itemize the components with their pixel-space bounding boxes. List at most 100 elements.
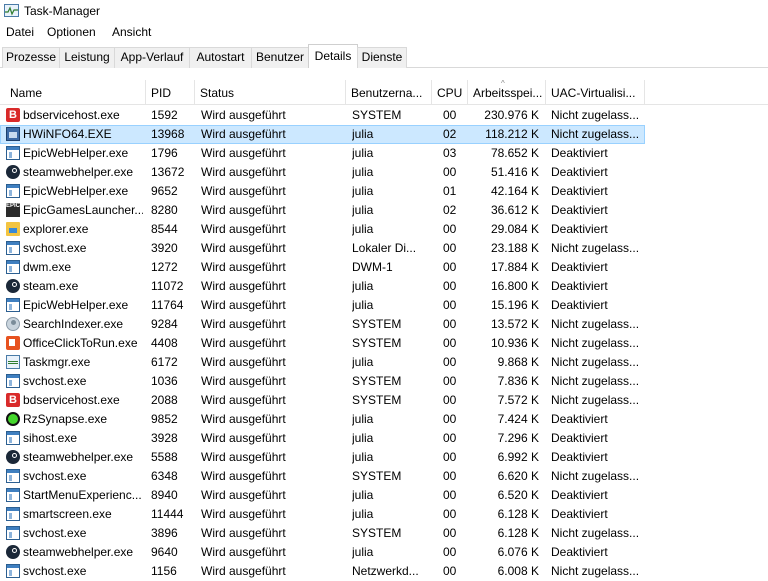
user-cell: DWM-1 (352, 260, 393, 274)
tab-leistung[interactable]: Leistung (59, 47, 115, 68)
table-row[interactable]: svchost.exe 6348 Wird ausgeführt SYSTEM 00 6.… (0, 467, 645, 486)
table-row[interactable]: dwm.exe 1272 Wird ausgeführt DWM-1 00 17.884 … (0, 258, 645, 277)
process-name-cell: dwm.exe (23, 260, 72, 274)
cpu-cell: 00 (443, 564, 457, 578)
uac-cell: Deaktiviert (551, 431, 608, 445)
user-cell: julia (352, 279, 374, 293)
process-name-cell: smartscreen.exe (23, 507, 112, 521)
memory-cell: 29.084 K (490, 222, 539, 236)
table-row[interactable]: steam.exe 11072 Wird ausgeführt julia 00 16.8… (0, 277, 645, 296)
table-row[interactable]: svchost.exe 1036 Wird ausgeführt SYSTEM 00 7.… (0, 372, 645, 391)
column-header-cpu[interactable]: CPU (432, 80, 468, 104)
table-row[interactable]: HWiNFO64.EXE 13968 Wird ausgeführt julia 02 1… (0, 125, 645, 144)
pid-cell: 8544 (151, 222, 178, 236)
table-row[interactable]: explorer.exe 8544 Wird ausgeführt julia 00 29… (0, 220, 645, 239)
column-header-pid[interactable]: PID (146, 80, 195, 104)
user-cell: julia (352, 355, 374, 369)
pid-cell: 1156 (151, 564, 177, 578)
menu-ansicht[interactable]: Ansicht (112, 25, 151, 39)
status-cell: Wird ausgeführt (201, 545, 286, 559)
process-name-cell: StartMenuExperienc... (23, 488, 142, 502)
memory-cell: 6.128 K (497, 507, 539, 521)
cpu-cell: 03 (443, 146, 457, 160)
uac-cell: Deaktiviert (551, 545, 608, 559)
pid-cell: 13968 (151, 127, 185, 141)
status-cell: Wird ausgeführt (201, 203, 286, 217)
cpu-cell: 00 (443, 412, 457, 426)
table-row[interactable]: SearchIndexer.exe 9284 Wird ausgeführt SYST… (0, 315, 645, 334)
status-cell: Wird ausgeführt (201, 241, 286, 255)
table-row[interactable]: EPIC EpicGamesLauncher.... 8280 Wird ausgef… (0, 201, 645, 220)
table-row[interactable]: Bbdservicehost.exe 1592 Wird ausgeführt SYS… (0, 106, 645, 125)
table-row[interactable]: steamwebhelper.exe 9640 Wird ausgeführt jul… (0, 543, 645, 562)
column-header-uac[interactable]: UAC-Virtualisi... (546, 80, 645, 104)
status-cell: Wird ausgeführt (201, 412, 286, 426)
status-cell: Wird ausgeführt (201, 317, 286, 331)
table-row[interactable]: svchost.exe 3920 Wird ausgeführt Lokaler Di… (0, 239, 645, 258)
memory-cell: 16.800 K (490, 279, 539, 293)
table-row[interactable]: RzSynapse.exe 9852 Wird ausgeführt julia 00 7… (0, 410, 645, 429)
column-header-memory[interactable]: Arbeitsspei... (468, 80, 546, 104)
window-app-icon (6, 260, 20, 274)
status-cell: Wird ausgeführt (201, 127, 286, 141)
tab-dienste[interactable]: Dienste (357, 47, 407, 68)
table-row[interactable]: StartMenuExperienc... 8940 Wird ausgeführt… (0, 486, 645, 505)
tab-benutzer[interactable]: Benutzer (251, 47, 309, 68)
user-cell: SYSTEM (352, 317, 402, 331)
pid-cell: 3928 (151, 431, 178, 445)
office-icon (6, 336, 20, 350)
bitdefender-icon: B (6, 393, 20, 407)
table-row[interactable]: svchost.exe 3896 Wird ausgeführt SYSTEM 00 6.… (0, 524, 645, 543)
user-cell: SYSTEM (352, 393, 402, 407)
table-row[interactable]: EpicWebHelper.exe 11764 Wird ausgeführt jul… (0, 296, 645, 315)
steam-icon (6, 545, 20, 559)
pid-cell: 11072 (151, 279, 184, 293)
tab-autostart[interactable]: Autostart (189, 47, 252, 68)
memory-cell: 78.652 K (490, 146, 539, 160)
table-row[interactable]: steamwebhelper.exe 13672 Wird ausgeführt ju… (0, 163, 645, 182)
table-row[interactable]: sihost.exe 3928 Wird ausgeführt julia 00 7.29… (0, 429, 645, 448)
table-row[interactable]: smartscreen.exe 11444 Wird ausgeführt julia… (0, 505, 645, 524)
table-row[interactable]: Taskmgr.exe 6172 Wird ausgeführt julia 00 9.8… (0, 353, 645, 372)
user-cell: Lokaler Di... (352, 241, 417, 255)
column-header-name[interactable]: Name (0, 80, 146, 104)
menu-datei[interactable]: Datei (6, 25, 34, 39)
process-name-cell: svchost.exe (23, 241, 87, 255)
uac-cell: Deaktiviert (551, 412, 608, 426)
tab-prozesse[interactable]: Prozesse (2, 47, 60, 68)
status-cell: Wird ausgeführt (201, 165, 286, 179)
window-app-icon (6, 507, 20, 521)
status-cell: Wird ausgeführt (201, 184, 286, 198)
menu-optionen[interactable]: Optionen (47, 25, 96, 39)
user-cell: SYSTEM (352, 469, 402, 483)
user-cell: julia (352, 450, 374, 464)
user-cell: julia (352, 127, 374, 141)
pid-cell: 6172 (151, 355, 178, 369)
tab-app-verlauf[interactable]: App-Verlauf (114, 47, 190, 68)
pid-cell: 1272 (151, 260, 178, 274)
table-row[interactable]: steamwebhelper.exe 5588 Wird ausgeführt jul… (0, 448, 645, 467)
tab-details[interactable]: Details (308, 44, 358, 68)
table-row[interactable]: svchost.exe 1156 Wird ausgeführt Netzwerkd.… (0, 562, 645, 581)
status-cell: Wird ausgeführt (201, 526, 286, 540)
status-cell: Wird ausgeführt (201, 279, 286, 293)
menu-bar: Datei Optionen Ansicht (0, 22, 768, 42)
table-row[interactable]: EpicWebHelper.exe 9652 Wird ausgeführt juli… (0, 182, 645, 201)
status-cell: Wird ausgeführt (201, 507, 286, 521)
table-row[interactable]: OfficeClickToRun.exe 4408 Wird ausgeführt S… (0, 334, 645, 353)
status-cell: Wird ausgeführt (201, 564, 286, 578)
process-name-cell: svchost.exe (23, 564, 87, 578)
column-header-status[interactable]: Status (195, 80, 346, 104)
pid-cell: 8280 (151, 203, 178, 217)
uac-cell: Deaktiviert (551, 488, 608, 502)
task-manager-icon (4, 4, 19, 17)
column-header-user[interactable]: Benutzerna... (346, 80, 432, 104)
uac-cell: Deaktiviert (551, 450, 608, 464)
window-app-icon (6, 298, 20, 312)
uac-cell: Deaktiviert (551, 279, 608, 293)
pid-cell: 3920 (151, 241, 178, 255)
table-row[interactable]: Bbdservicehost.exe 2088 Wird ausgeführt SYS… (0, 391, 645, 410)
table-row[interactable]: EpicWebHelper.exe 1796 Wird ausgeführt juli… (0, 144, 645, 163)
user-cell: Netzwerkd... (352, 564, 419, 578)
status-cell: Wird ausgeführt (201, 298, 286, 312)
